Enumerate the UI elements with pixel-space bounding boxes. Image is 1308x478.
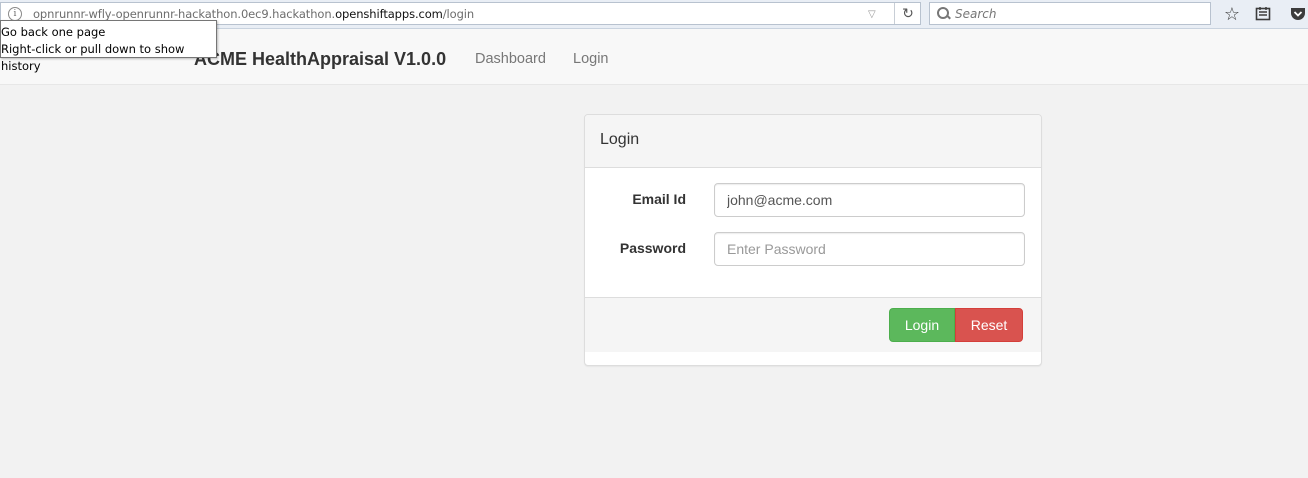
login-button[interactable]: Login: [889, 308, 955, 342]
panel-title: Login: [585, 115, 1041, 168]
login-panel: Login Email Id Password Login Reset: [584, 114, 1042, 366]
tooltip-line-1: Go back one page: [1, 25, 106, 39]
email-field[interactable]: [714, 183, 1025, 217]
dropdown-arrow-icon[interactable]: ▽: [868, 9, 876, 20]
search-box[interactable]: [929, 2, 1211, 25]
email-row: Email Id: [585, 183, 1041, 217]
tooltip-line-2: Right-click or pull down to show history: [1, 42, 185, 73]
back-button-tooltip: Go back one page Right-click or pull dow…: [0, 20, 217, 73]
url-text[interactable]: opnrunnr-wfly-openrunnr-hackathon.0ec9.h…: [33, 7, 474, 21]
password-row: Password: [585, 232, 1041, 266]
password-field[interactable]: [714, 232, 1025, 266]
reset-button[interactable]: Reset: [955, 308, 1023, 342]
url-domain: openshiftapps.com: [335, 6, 443, 21]
password-label: Password: [619, 240, 686, 256]
pocket-icon[interactable]: [1287, 3, 1308, 25]
nav-dashboard-link[interactable]: Dashboard: [475, 51, 546, 67]
search-input[interactable]: [955, 6, 1195, 21]
reload-icon[interactable]: ↻: [894, 3, 921, 24]
nav-login-link[interactable]: Login: [573, 51, 608, 67]
brand-link[interactable]: ACME HealthAppraisal V1.0.0: [194, 49, 446, 70]
email-label: Email Id: [632, 191, 686, 207]
search-icon: [936, 6, 952, 22]
panel-footer: Login Reset: [585, 297, 1041, 352]
url-prefix: opnrunnr-wfly-openrunnr-hackathon.0ec9.h…: [33, 6, 336, 21]
bookmark-star-icon[interactable]: ☆: [1221, 3, 1243, 25]
url-path: /login: [442, 6, 475, 21]
info-icon[interactable]: i: [8, 6, 22, 21]
reading-list-icon[interactable]: [1252, 3, 1274, 25]
